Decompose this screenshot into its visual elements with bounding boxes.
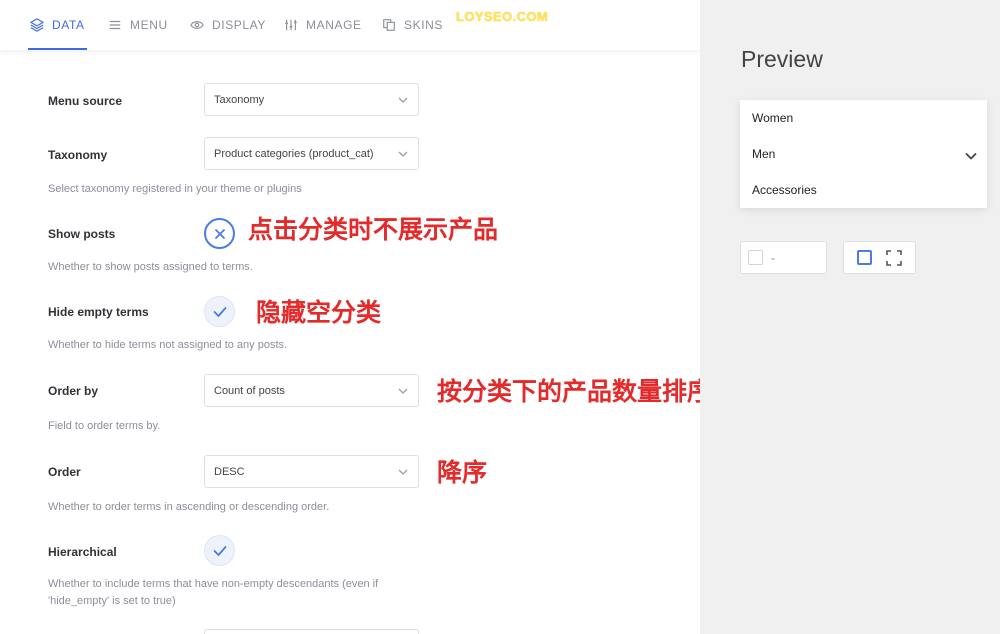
fullscreen-icon[interactable]: [886, 250, 902, 266]
hide-empty-help: Whether to hide terms not assigned to an…: [48, 339, 288, 351]
order-value: DESC: [214, 465, 245, 478]
preview-option-box: -: [740, 241, 827, 274]
tab-data-label: DATA: [52, 18, 85, 32]
tab-display[interactable]: DISPLAY: [190, 0, 266, 50]
menu-source-label: Menu source: [48, 94, 123, 108]
order-by-help: Field to order terms by.: [48, 420, 161, 432]
taxonomy-value: Product categories (product_cat): [214, 147, 374, 160]
settings-panel: DATA MENU DISPLAY MANAGE SKINS LOYSEO.CO…: [0, 0, 700, 634]
hide-empty-toggle[interactable]: [204, 296, 235, 327]
show-posts-label: Show posts: [48, 227, 116, 241]
order-help: Whether to order terms in ascending or d…: [48, 501, 330, 513]
preview-menu: Women Men Accessories: [740, 100, 987, 208]
preview-menu-item-accessories[interactable]: Accessories: [752, 183, 817, 197]
show-posts-toggle[interactable]: [204, 218, 235, 249]
sliders-icon: [285, 19, 297, 31]
tab-menu[interactable]: MENU: [108, 0, 168, 50]
preview-menu-item-women[interactable]: Women: [752, 111, 793, 125]
hide-empty-label: Hide empty terms: [48, 305, 149, 319]
menu-source-value: Taxonomy: [214, 93, 265, 106]
preview-option-text: -: [771, 251, 775, 265]
taxonomy-select[interactable]: Product categories (product_cat): [204, 137, 419, 170]
eye-icon: [190, 21, 204, 29]
taxonomy-label: Taxonomy: [48, 148, 108, 162]
preview-panel: Preview Women Men Accessories -: [700, 0, 1000, 634]
chevron-down-icon: [398, 151, 408, 157]
chevron-down-icon: [398, 388, 408, 394]
preview-title: Preview: [741, 46, 823, 72]
taxonomy-help: Select taxonomy registered in your theme…: [48, 183, 302, 195]
layers-icon: [30, 18, 44, 32]
order-by-annotation: 按分类下的产品数量排序: [437, 377, 700, 406]
tab-manage-label: MANAGE: [306, 18, 362, 32]
next-setting-select[interactable]: [204, 629, 419, 634]
tab-skins-label: SKINS: [404, 18, 444, 32]
checkmark-icon: [213, 306, 226, 317]
hierarchical-label: Hierarchical: [48, 545, 117, 559]
checkmark-icon: [213, 545, 226, 556]
menu-source-select[interactable]: Taxonomy: [204, 83, 419, 116]
order-annotation: 降序: [437, 458, 488, 487]
tab-data[interactable]: DATA: [28, 0, 87, 50]
show-posts-annotation: 点击分类时不展示产品: [248, 215, 499, 244]
close-icon: [214, 228, 225, 239]
watermark: LOYSEO.COM: [456, 9, 549, 24]
chevron-down-icon[interactable]: [965, 150, 977, 162]
tab-manage[interactable]: MANAGE: [284, 0, 362, 50]
order-by-value: Count of posts: [214, 384, 285, 397]
order-by-label: Order by: [48, 384, 99, 398]
order-select[interactable]: DESC: [204, 455, 419, 488]
show-posts-help: Whether to show posts assigned to terms.: [48, 261, 253, 273]
tab-display-label: DISPLAY: [212, 18, 266, 32]
hierarchical-help-line1: Whether to include terms that have non-e…: [48, 578, 379, 590]
preview-checkbox[interactable]: [748, 250, 763, 265]
chevron-down-icon: [398, 97, 408, 103]
menu-lines-icon: [109, 20, 121, 30]
copy-icon: [383, 19, 395, 31]
preview-toolbar: [843, 241, 916, 274]
preview-menu-item-men[interactable]: Men: [752, 147, 775, 161]
chevron-down-icon: [398, 469, 408, 475]
hide-empty-annotation: 隐藏空分类: [256, 298, 382, 327]
tab-skins[interactable]: SKINS: [382, 0, 443, 50]
tab-menu-label: MENU: [130, 18, 168, 32]
order-by-select[interactable]: Count of posts: [204, 374, 419, 407]
hierarchical-toggle[interactable]: [204, 535, 235, 566]
order-label: Order: [48, 465, 81, 479]
tab-bar: DATA MENU DISPLAY MANAGE SKINS: [0, 0, 700, 50]
square-toggle-icon[interactable]: [857, 250, 872, 265]
hierarchical-help-line2: 'hide_empty' is set to true): [48, 595, 176, 607]
